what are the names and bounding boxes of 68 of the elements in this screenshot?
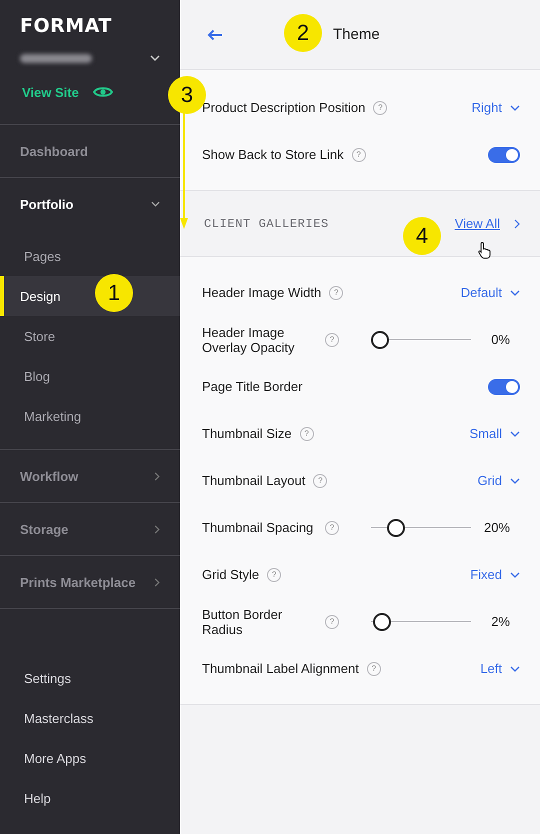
dropdown[interactable]: Grid <box>477 473 520 488</box>
nav-group[interactable]: Portfolio <box>0 178 180 230</box>
dropdown[interactable]: Small <box>469 426 520 441</box>
help-icon[interactable]: ? <box>300 426 314 440</box>
toggle-switch[interactable] <box>488 378 520 394</box>
nav-item[interactable]: Store <box>24 328 56 344</box>
footer-link[interactable]: Help <box>0 778 180 818</box>
slider-thumb[interactable] <box>371 330 389 348</box>
chevron-down-icon[interactable] <box>510 430 520 436</box>
setting-label: Thumbnail Label Alignment <box>202 661 359 676</box>
help-icon[interactable]: ? <box>329 286 344 300</box>
nav-group[interactable]: Prints Marketplace <box>0 556 180 608</box>
help-icon[interactable]: ? <box>325 332 339 346</box>
blurred-account-name <box>20 54 92 62</box>
slider-value: 2% <box>491 614 510 629</box>
chevron-right-icon[interactable] <box>154 524 160 534</box>
help-icon[interactable]: ? <box>325 614 339 628</box>
nav-group[interactable]: Workflow <box>0 450 180 502</box>
setting-label: Page Title Border <box>202 379 302 394</box>
view-all-link[interactable]: View All <box>454 216 500 231</box>
help-icon[interactable]: ? <box>267 568 282 582</box>
page-title: Theme <box>333 26 380 43</box>
eye-icon[interactable] <box>92 86 113 98</box>
help-icon[interactable]: ? <box>313 474 328 488</box>
setting-label: Show Back to Store Link <box>202 147 344 162</box>
slider-thumb[interactable] <box>387 518 406 536</box>
setting-label: Header Image Overlay Opacity <box>202 324 296 354</box>
help-icon[interactable]: ? <box>366 662 381 676</box>
dropdown[interactable]: Fixed <box>470 567 520 582</box>
chevron-down-icon[interactable] <box>510 478 520 484</box>
nav-item[interactable]: Dashboard <box>0 125 180 177</box>
chevron-down-icon[interactable] <box>510 290 520 296</box>
nav-item[interactable]: Design <box>20 288 60 304</box>
nav-group[interactable]: Storage <box>0 503 180 555</box>
nav-item[interactable]: Blog <box>24 368 50 384</box>
nav-item[interactable]: Marketing <box>24 408 82 424</box>
chevron-down-icon[interactable] <box>150 55 160 61</box>
back-arrow-icon[interactable] <box>207 28 223 40</box>
dropdown[interactable]: Right <box>472 100 520 115</box>
toggle-switch[interactable] <box>488 146 520 162</box>
footer-link[interactable]: Masterclass <box>0 698 180 738</box>
help-icon[interactable]: ? <box>373 100 388 114</box>
chevron-right-icon[interactable] <box>154 472 160 480</box>
chevron-down-icon[interactable] <box>151 201 160 207</box>
chevron-down-icon[interactable] <box>510 572 520 578</box>
help-icon[interactable]: ? <box>352 148 366 162</box>
chevron-down-icon[interactable] <box>510 666 520 672</box>
footer-link[interactable]: More Apps <box>0 738 180 778</box>
chevron-right-icon[interactable] <box>514 218 520 228</box>
setting-label: Header Image Width <box>202 285 322 300</box>
slider-value: 0% <box>491 332 510 347</box>
section-heading: CLIENT GALLERIES <box>204 216 329 230</box>
chevron-right-icon[interactable] <box>154 578 160 586</box>
footer-link[interactable]: Settings <box>0 658 180 698</box>
nav-item[interactable]: Pages <box>24 248 61 264</box>
dropdown[interactable]: Left <box>480 661 520 676</box>
chevron-down-icon[interactable] <box>510 104 520 110</box>
slider-value: 20% <box>484 520 510 535</box>
view-site-link[interactable]: View Site <box>22 84 79 100</box>
setting-label: Thumbnail Spacing <box>202 520 314 535</box>
logo: FORMAT <box>19 14 113 36</box>
slider-thumb[interactable] <box>372 612 391 630</box>
setting-label: Grid Style <box>202 567 260 582</box>
dropdown[interactable]: Default <box>460 285 520 300</box>
help-icon[interactable]: ? <box>325 520 339 534</box>
setting-label: Thumbnail Layout <box>202 473 306 488</box>
setting-label: Button Border Radius <box>202 606 284 636</box>
setting-label: Thumbnail Size <box>202 426 292 441</box>
